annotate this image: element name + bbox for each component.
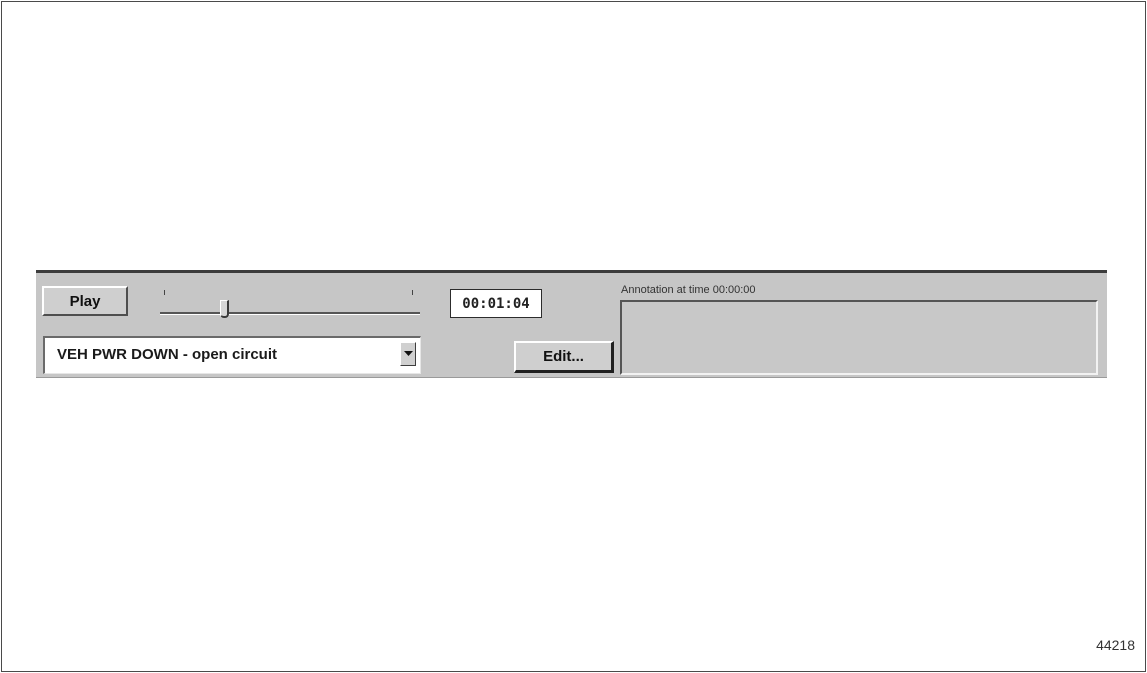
scenario-dropdown[interactable]: VEH PWR DOWN - open circuit: [43, 336, 421, 374]
time-slider[interactable]: [156, 286, 424, 320]
edit-button[interactable]: Edit...: [514, 341, 614, 373]
figure-frame: Play 00:01:04 VEH PWR DOWN - open circui…: [1, 1, 1146, 672]
play-button-label: Play: [69, 292, 101, 310]
time-display: 00:01:04: [450, 289, 542, 318]
slider-tick-start: [164, 290, 165, 295]
annotation-field[interactable]: [620, 300, 1098, 375]
slider-track: [160, 312, 420, 315]
playback-panel: Play 00:01:04 VEH PWR DOWN - open circui…: [36, 270, 1107, 378]
slider-tick-end: [412, 290, 413, 295]
play-button[interactable]: Play: [42, 286, 128, 316]
slider-thumb[interactable]: [220, 300, 229, 318]
scenario-dropdown-value: VEH PWR DOWN - open circuit: [57, 346, 278, 363]
annotation-label: Annotation at time 00:00:00: [621, 284, 756, 296]
chevron-down-icon[interactable]: [400, 342, 416, 366]
edit-button-label: Edit...: [543, 348, 584, 365]
figure-number: 44218: [1096, 637, 1135, 653]
